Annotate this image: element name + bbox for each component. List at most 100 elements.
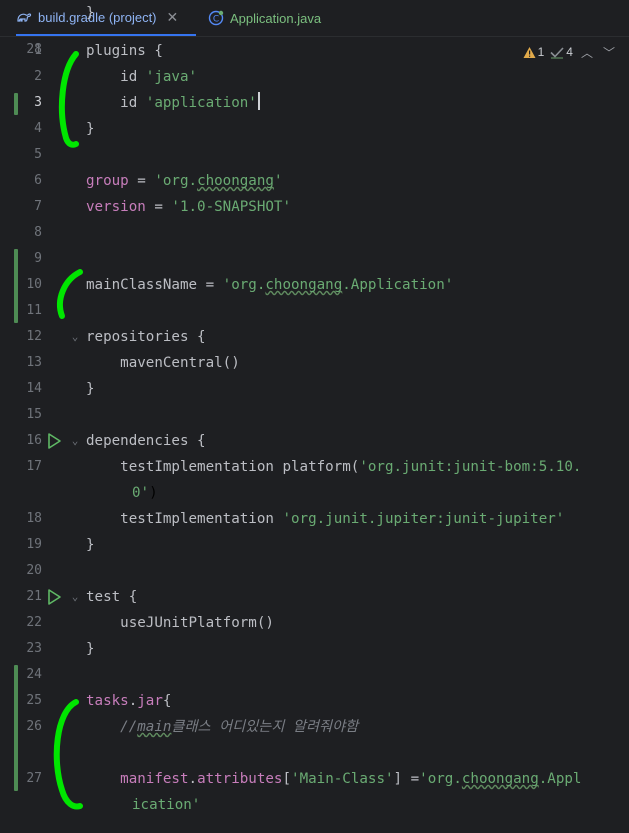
code-line[interactable]: } [86,0,95,26]
code-line[interactable]: group = 'org.choongang' [86,168,282,194]
weak-warnings-count: 4 [566,45,573,59]
vcs-change-marker[interactable] [14,93,18,115]
close-tab-icon[interactable]: ✕ [167,9,179,26]
code-token: 'org. [419,771,462,787]
line-number[interactable]: 3 [22,90,42,116]
line-number[interactable]: 21 [22,584,42,610]
code-line[interactable]: } [86,376,95,402]
line-number[interactable]: 14 [22,376,42,402]
code-token: manifest [120,771,189,787]
code-token: testImplementation platform( [86,459,360,475]
tab-label: Application.java [230,10,322,26]
line-number[interactable]: 5 [22,142,42,168]
warnings-indicator[interactable]: 1 [523,45,544,59]
code-token: . [188,771,198,787]
code-line[interactable]: id 'application' [86,90,260,116]
code-line[interactable]: test { [86,584,137,610]
code-line-wrap[interactable]: 0') [132,480,158,506]
code-line[interactable]: mavenCentral() [86,350,240,376]
vcs-change-marker[interactable] [14,249,18,323]
fold-chevron-icon[interactable]: ⌄ [69,324,81,350]
fold-chevron-icon[interactable]: ⌄ [69,584,81,610]
fold-chevron-icon[interactable]: ⌄ [69,428,81,454]
line-number[interactable]: 10 [22,272,42,298]
line-number[interactable]: 11 [22,298,42,324]
code-line[interactable]: useJUnitPlatform() [86,610,274,636]
tab-build-gradle[interactable]: build.gradle (project) ✕ [16,0,196,36]
line-number[interactable]: 13 [22,350,42,376]
vcs-change-marker[interactable] [14,665,18,791]
code-line[interactable]: plugins { [86,38,163,64]
code-line[interactable]: repositories { [86,324,206,350]
line-number[interactable]: 26 [22,714,42,740]
code-line[interactable]: id 'java' [86,64,197,90]
line-number[interactable]: 23 [22,636,42,662]
code-token: version [86,199,146,215]
code-line-wrap[interactable]: ication' [132,792,200,818]
code-line[interactable]: } [86,532,95,558]
vertical-scrollbar[interactable] [625,37,629,833]
line-number[interactable]: 15 [22,402,42,428]
run-gutter-icon[interactable] [46,428,66,454]
tab-application-java[interactable]: C Application.java [208,0,348,36]
code-token: attributes [197,771,283,787]
next-highlight-icon[interactable]: ﹀ [601,44,617,61]
line-number[interactable]: 8 [22,220,42,246]
line-number[interactable]: 2 [22,64,42,90]
code-token: } [86,537,95,553]
editor-gutter[interactable]: 1 2 3 4 5 6 7 8 9 10 11 12 13 14 15 16 17 18 19 20 21 22 23 24 2… [0,37,80,833]
code-line[interactable]: testImplementation 'org.junit.jupiter:ju… [86,506,564,532]
code-token: } [86,121,95,137]
code-token: ication' [132,797,201,813]
line-number[interactable]: 27 [22,766,42,792]
code-token: choongang [197,173,274,189]
code-line[interactable]: mainClassName = 'org.choongang.Applicati… [86,272,453,298]
code-token: [ [282,771,292,787]
line-number[interactable]: 16 [22,428,42,454]
code-line[interactable]: tasks.jar{ [86,688,171,714]
inspection-widget: 1 4 ︿ ﹀ [523,40,617,64]
line-number[interactable]: 25 [22,688,42,714]
line-number[interactable]: 7 [22,194,42,220]
weak-warnings-indicator[interactable]: 4 [550,45,573,59]
line-number[interactable]: 20 [22,558,42,584]
code-token: = [197,277,223,293]
run-gutter-icon[interactable] [46,584,66,610]
code-line[interactable]: testImplementation platform('org.junit:j… [86,454,581,480]
code-line[interactable]: dependencies { [86,428,206,454]
code-token: test { [86,589,138,605]
code-token: dependencies { [86,433,206,449]
code-token: choongang [265,277,343,293]
line-number[interactable]: 9 [22,246,42,272]
code-token: jar [137,693,163,709]
code-line[interactable]: } [86,636,95,662]
java-class-icon: C [208,10,224,26]
line-number[interactable]: 4 [22,116,42,142]
previous-highlight-icon[interactable]: ︿ [579,44,595,61]
code-line[interactable]: manifest.attributes['Main-Class'] ='org.… [86,766,581,792]
line-number[interactable]: 6 [22,168,42,194]
code-token: group [86,173,129,189]
code-line[interactable]: //main클래스 어디있는지 알려줘야함 [86,714,358,740]
line-number[interactable]: 28 [22,37,42,63]
code-token: .Application' [342,277,454,293]
code-token: } [86,641,95,657]
line-number[interactable]: 24 [22,662,42,688]
code-token: 'Main-Class' [291,771,394,787]
line-number[interactable]: 22 [22,610,42,636]
line-number[interactable]: 18 [22,506,42,532]
code-token: ] = [393,771,420,787]
code-token: { [162,693,172,709]
gradle-icon [17,13,32,22]
line-number[interactable]: 19 [22,532,42,558]
code-token: plugins { [86,43,163,59]
code-line[interactable]: } [86,116,95,142]
code-token: id [86,95,146,111]
code-token: } [86,381,95,397]
line-number[interactable]: 17 [22,454,42,480]
line-number[interactable]: 12 [22,324,42,350]
code-line[interactable]: version = '1.0-SNAPSHOT' [86,194,291,220]
code-token: 'java' [145,69,198,85]
code-token: testImplementation [86,511,283,527]
code-token: main [137,719,172,735]
